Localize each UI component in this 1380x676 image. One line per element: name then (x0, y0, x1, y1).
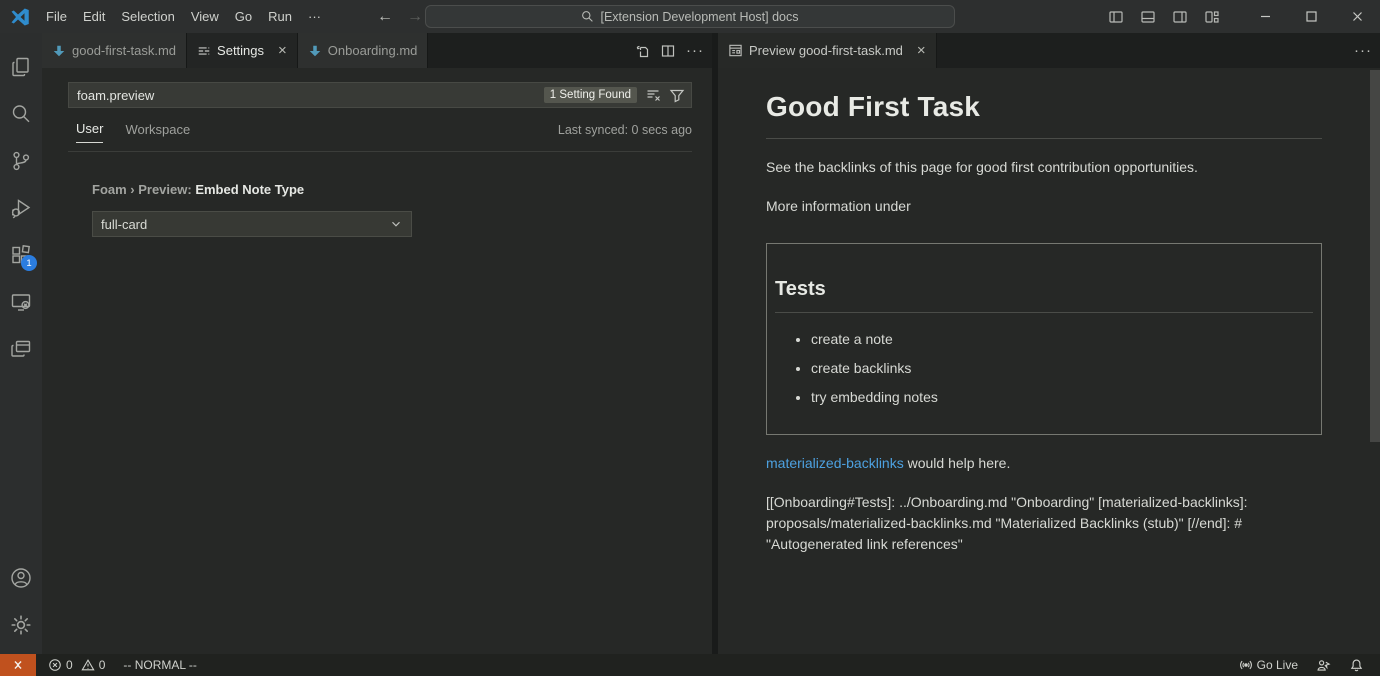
search-view-icon[interactable] (0, 90, 42, 137)
right-editor-group: Preview good-first-task.md × ··· Good Fi… (718, 33, 1380, 654)
feedback-icon[interactable] (1310, 658, 1337, 673)
embed-note-type-select[interactable]: full-card (92, 211, 412, 237)
more-actions-icon[interactable]: ··· (1354, 42, 1372, 59)
close-tab-icon[interactable]: × (278, 43, 287, 58)
source-control-icon[interactable] (0, 137, 42, 184)
minimize-button[interactable] (1242, 0, 1288, 33)
navigate-back-icon[interactable]: ← (377, 8, 393, 26)
select-value: full-card (101, 217, 147, 232)
editor-layouts-icon[interactable] (0, 325, 42, 372)
markdown-preview: Good First Task See the backlinks of thi… (718, 68, 1380, 654)
link-paragraph: materialized-backlinks would help here. (766, 453, 1322, 474)
clear-filters-icon[interactable] (645, 87, 661, 103)
embedded-note-card: Tests create a note create backlinks try… (766, 243, 1322, 435)
menu-view[interactable]: View (183, 5, 227, 28)
maximize-button[interactable] (1288, 0, 1334, 33)
window-title: [Extension Development Host] docs (600, 10, 798, 24)
search-icon (581, 10, 594, 23)
heading-rule (775, 312, 1313, 313)
menu-file[interactable]: File (38, 5, 75, 28)
list-item: create a note (811, 329, 1313, 350)
run-and-debug-icon[interactable] (0, 184, 42, 231)
sync-status: Last synced: 0 secs ago (558, 123, 692, 141)
preview-paragraph: More information under (766, 196, 1322, 217)
toggle-secondary-sidebar-icon[interactable] (1168, 5, 1192, 29)
tab-settings[interactable]: Settings × (187, 33, 298, 68)
settings-scope-row: User Workspace Last synced: 0 secs ago (68, 121, 692, 152)
customize-layout-icon[interactable] (1200, 5, 1224, 29)
error-icon (48, 658, 62, 672)
setting-title: Foam › Preview: Embed Note Type (92, 182, 692, 197)
notifications-bell-icon[interactable] (1343, 658, 1370, 673)
go-live-button[interactable]: Go Live (1233, 658, 1304, 672)
scope-tab-workspace[interactable]: Workspace (125, 122, 190, 143)
markdown-preview-icon (728, 43, 743, 58)
split-editor-icon[interactable] (660, 43, 676, 59)
settings-search-input[interactable] (77, 88, 544, 103)
heading-rule (766, 138, 1322, 139)
settings-editor: 1 Setting Found User Workspace Last sync… (42, 68, 712, 654)
link-references-paragraph: [[Onboarding#Tests]: ../Onboarding.md "O… (766, 492, 1322, 555)
warning-count: 0 (99, 658, 106, 672)
setting-row-embed-note-type: Foam › Preview: Embed Note Type full-car… (92, 182, 692, 237)
explorer-icon[interactable] (0, 43, 42, 90)
left-tab-bar: good-first-task.md Settings × Onboarding… (42, 33, 712, 68)
remote-indicator[interactable] (0, 654, 36, 676)
close-tab-icon[interactable]: × (917, 43, 926, 58)
list-item: create backlinks (811, 358, 1313, 379)
embedded-note-title: Tests (775, 274, 1313, 304)
open-settings-json-icon[interactable] (634, 43, 650, 59)
toggle-primary-sidebar-icon[interactable] (1104, 5, 1128, 29)
more-actions-icon[interactable]: ··· (686, 42, 704, 59)
problems-indicator[interactable]: 0 0 (42, 658, 111, 672)
right-tab-bar: Preview good-first-task.md × ··· (718, 33, 1380, 68)
menu-selection[interactable]: Selection (113, 5, 182, 28)
toggle-panel-icon[interactable] (1136, 5, 1160, 29)
remote-explorer-icon[interactable] (0, 278, 42, 325)
setting-name: Embed Note Type (195, 182, 304, 197)
markdown-file-icon (308, 44, 322, 58)
menu-bar: File Edit Selection View Go Run ··· (38, 5, 329, 28)
extensions-icon[interactable]: 1 (0, 231, 42, 278)
tab-onboarding[interactable]: Onboarding.md (298, 33, 429, 68)
tab-preview-good-first-task[interactable]: Preview good-first-task.md × (718, 33, 937, 68)
settings-editor-icon (197, 44, 211, 58)
title-bar: File Edit Selection View Go Run ··· ← → … (0, 0, 1380, 33)
tab-good-first-task[interactable]: good-first-task.md (42, 33, 187, 68)
embedded-note-list: create a note create backlinks try embed… (775, 329, 1313, 408)
status-bar: 0 0 -- NORMAL -- Go Live (0, 654, 1380, 676)
close-window-button[interactable] (1334, 0, 1380, 33)
settings-search-box[interactable]: 1 Setting Found (68, 82, 692, 108)
settings-count-badge: 1 Setting Found (544, 87, 637, 103)
vim-mode-indicator[interactable]: -- NORMAL -- (123, 658, 197, 672)
settings-gear-icon[interactable] (0, 601, 42, 648)
menu-run[interactable]: Run (260, 5, 300, 28)
list-item: try embedding notes (811, 387, 1313, 408)
materialized-backlinks-link[interactable]: materialized-backlinks (766, 455, 904, 471)
preview-title: Good First Task (766, 86, 1322, 128)
extensions-badge: 1 (21, 255, 37, 271)
command-center[interactable]: [Extension Development Host] docs (425, 5, 955, 28)
error-count: 0 (66, 658, 73, 672)
vscode-logo-icon (10, 7, 30, 27)
accounts-icon[interactable] (0, 554, 42, 601)
warning-icon (81, 658, 95, 672)
preview-paragraph: See the backlinks of this page for good … (766, 157, 1322, 178)
navigate-forward-icon[interactable]: → (407, 8, 423, 26)
menu-go[interactable]: Go (227, 5, 260, 28)
menu-more[interactable]: ··· (300, 5, 329, 28)
preview-scrollbar[interactable] (1370, 70, 1380, 442)
activity-bar: 1 (0, 33, 42, 654)
markdown-file-icon (52, 44, 66, 58)
remote-icon (11, 658, 25, 672)
menu-edit[interactable]: Edit (75, 5, 113, 28)
setting-category: Foam › Preview: (92, 182, 195, 197)
scope-tab-user[interactable]: User (76, 121, 103, 143)
chevron-down-icon (389, 217, 403, 231)
left-editor-group: good-first-task.md Settings × Onboarding… (42, 33, 712, 654)
filter-funnel-icon[interactable] (669, 87, 685, 103)
broadcast-icon (1239, 658, 1253, 672)
